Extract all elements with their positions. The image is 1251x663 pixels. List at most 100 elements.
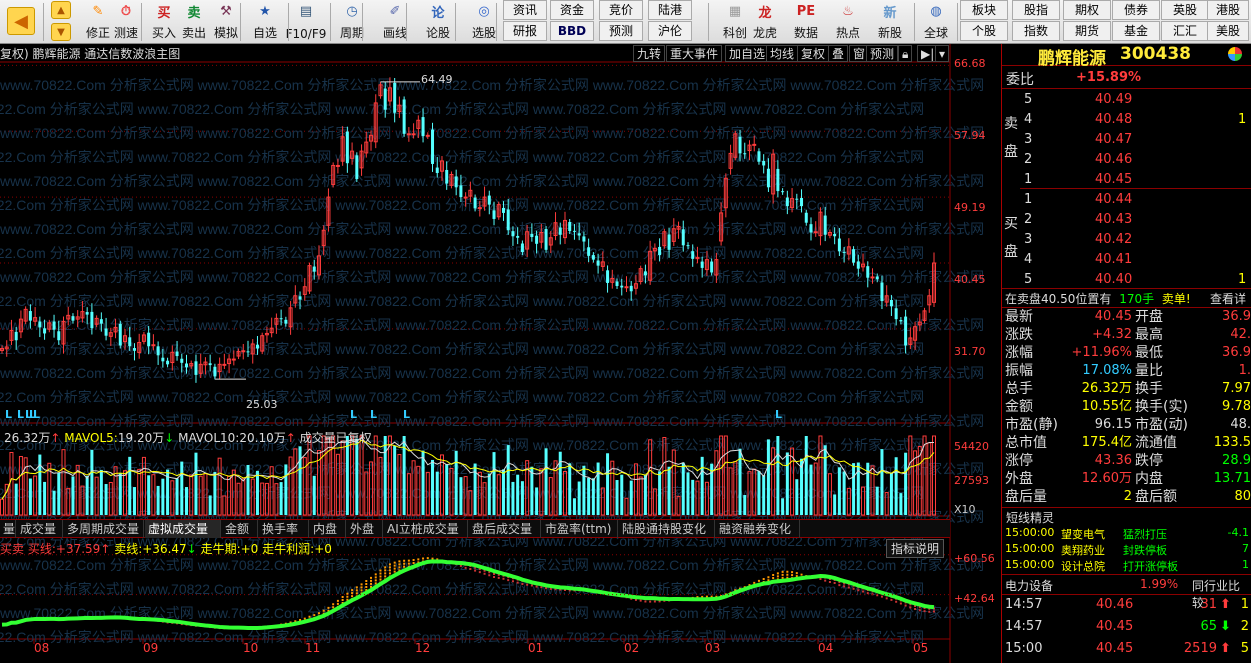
toolbar-globe-button[interactable]: ◍ 全球 bbox=[918, 0, 954, 44]
candle-body-down bbox=[71, 316, 75, 321]
indicator-tab[interactable]: 金额 bbox=[222, 520, 258, 538]
volume-bar-down bbox=[643, 474, 647, 515]
ask-row[interactable]: 2 40.46 bbox=[1002, 151, 1251, 169]
back-button[interactable]: ◀ bbox=[4, 0, 38, 44]
stat-label: 跌停 bbox=[1135, 453, 1163, 469]
sector-name[interactable]: 电力设备 bbox=[1005, 577, 1053, 594]
up-down-buttons[interactable]: ▲ ▼ bbox=[46, 0, 76, 44]
candle-body-down bbox=[383, 88, 387, 110]
volume-bar-down bbox=[454, 450, 458, 515]
short-signal-row[interactable]: 15:00:00 设计总院 打开涨停板 1 bbox=[1005, 558, 1251, 574]
bid-row[interactable]: 5 40.40 1 bbox=[1002, 271, 1251, 289]
bbd-button[interactable]: BBD bbox=[550, 21, 594, 41]
market-button-b4[interactable]: 汇汇 bbox=[1161, 21, 1209, 41]
indicator-tab[interactable]: 陆股通持股变化 bbox=[619, 520, 715, 538]
indicator-tab[interactable]: 市盈率(ttm) bbox=[542, 520, 618, 538]
month-label: 09 bbox=[143, 641, 159, 655]
market-button-3[interactable]: 债券 bbox=[1112, 0, 1160, 20]
market-button-b5[interactable]: 美股 bbox=[1207, 21, 1249, 41]
indicator-tab[interactable]: 外盘 bbox=[347, 520, 383, 538]
lock-icon[interactable]: 🔒︎ bbox=[898, 45, 913, 62]
indicator-help-button[interactable]: 指标说明 bbox=[886, 539, 945, 558]
toolbar-draw-line-button[interactable]: ✐ 画线 bbox=[377, 0, 413, 44]
research-button[interactable]: 研报 bbox=[503, 21, 547, 41]
market-button-b3[interactable]: 基金 bbox=[1112, 21, 1160, 41]
toolbar-period-button[interactable]: ◷ 周期 bbox=[334, 0, 370, 44]
chart-top-button[interactable]: 九转 bbox=[633, 45, 666, 62]
bid-row[interactable]: 2 40.43 bbox=[1002, 211, 1251, 229]
down-arrow-icon: ⬇ bbox=[1220, 619, 1231, 634]
market-button-b0[interactable]: 个股 bbox=[960, 21, 1008, 41]
short-signal-row[interactable]: 15:00:00 望变电气 猛烈打压 -4.1 bbox=[1005, 526, 1251, 542]
view-detail-link[interactable]: 查看详 bbox=[1210, 290, 1246, 307]
dropdown-icon[interactable]: ▾ bbox=[935, 45, 950, 62]
low-signal-marker: L bbox=[350, 408, 357, 421]
market-button-1[interactable]: 股指 bbox=[1012, 0, 1060, 20]
low-signal-marker: L bbox=[403, 408, 410, 421]
indicator-tab[interactable]: 融资融券变化 bbox=[716, 520, 800, 538]
indicator-tab[interactable]: 成交量 bbox=[17, 520, 63, 538]
candle-body-up bbox=[151, 344, 156, 347]
chart-top-button[interactable]: 重大事件 bbox=[666, 45, 723, 62]
market-button-b1[interactable]: 指数 bbox=[1012, 21, 1060, 41]
toolbar-hotspot-button[interactable]: ♨ 热点 bbox=[830, 0, 866, 44]
market-button-0[interactable]: 板块 bbox=[960, 0, 1008, 20]
toolbar-data-button[interactable]: PE 数据 bbox=[788, 0, 824, 44]
ask-row[interactable]: 3 40.47 bbox=[1002, 131, 1251, 149]
toolbar-favorites-button[interactable]: ★ 自选 bbox=[247, 0, 283, 44]
forecast-button[interactable]: 预测 bbox=[599, 21, 643, 41]
volume-bar-up bbox=[927, 442, 932, 516]
down-arrow-icon[interactable]: ▼ bbox=[51, 23, 71, 41]
short-signal-row[interactable]: 15:00:00 奥翔药业 封跌停板 7 bbox=[1005, 542, 1251, 558]
bid-row[interactable]: 3 40.42 bbox=[1002, 231, 1251, 249]
data-icon: PE bbox=[796, 4, 816, 19]
indicator-tab[interactable]: 内盘 bbox=[310, 520, 346, 538]
market-button-b2[interactable]: 期货 bbox=[1063, 21, 1111, 41]
chart-top-button[interactable]: 复权 bbox=[797, 45, 830, 62]
auction-button[interactable]: 竞价 bbox=[599, 0, 643, 20]
chart-top-button[interactable]: 加自选 bbox=[725, 45, 770, 62]
up-arrow-icon[interactable]: ▲ bbox=[51, 1, 71, 19]
indicator-tab[interactable]: 盘后成交量 bbox=[469, 520, 541, 538]
chart-top-button[interactable]: 均线 bbox=[766, 45, 799, 62]
volume-bar-down bbox=[880, 449, 884, 515]
chart-top-button[interactable]: 叠 bbox=[828, 45, 849, 62]
toolbar-speed-test-button[interactable]: ⏱ 测速 bbox=[108, 0, 144, 44]
ask-row[interactable]: 4 40.48 1 bbox=[1002, 111, 1251, 129]
draw-line-icon: ✐ bbox=[389, 4, 401, 19]
back-arrow-icon: ◀ bbox=[7, 7, 35, 35]
chart-top-button[interactable]: 预测 bbox=[866, 45, 899, 62]
toolbar-discuss-button[interactable]: 论论股 bbox=[420, 0, 456, 44]
indicator-tab[interactable]: AI立桩成交量 bbox=[384, 520, 468, 538]
volume-bar-down bbox=[104, 484, 108, 515]
indicator-tab[interactable]: 虚拟成交量 bbox=[145, 520, 221, 538]
bid-row[interactable]: 1 40.44 bbox=[1002, 191, 1251, 209]
market-button-2[interactable]: 期权 bbox=[1063, 0, 1111, 20]
color-wheel-icon[interactable] bbox=[1228, 47, 1242, 61]
bid-row[interactable]: 4 40.41 bbox=[1002, 251, 1251, 269]
candle-body-down bbox=[544, 229, 548, 250]
hk-connect-button[interactable]: 陆港 bbox=[648, 0, 692, 20]
indicator-tab[interactable]: 多周期成交量 bbox=[64, 520, 144, 538]
sh-london-button[interactable]: 沪伦 bbox=[648, 21, 692, 41]
watermark-text: www.70822.Com 分析家公式网 www.70822.Com 分析家公式… bbox=[0, 245, 924, 261]
toolbar-new-stock-button[interactable]: 新新股 bbox=[872, 0, 908, 44]
market-button-4[interactable]: 英股 bbox=[1161, 0, 1209, 20]
bull-profit-value: +0 bbox=[314, 542, 332, 556]
chart-area[interactable]: www.70822.Com 分析家公式网 www.70822.Com 分析家公式… bbox=[0, 44, 1001, 663]
candle-body-down bbox=[501, 207, 505, 213]
toolbar-sell-button[interactable]: 卖卖出 bbox=[176, 0, 212, 44]
ask-row[interactable]: 5 40.49 bbox=[1002, 91, 1251, 109]
indicator-tab[interactable]: 量 bbox=[0, 520, 16, 538]
short-signals-title[interactable]: 短线精灵 bbox=[1006, 509, 1054, 526]
news-button[interactable]: 资讯 bbox=[503, 0, 547, 20]
volume-bar-down bbox=[544, 448, 548, 515]
market-button-5[interactable]: 港股 bbox=[1207, 0, 1249, 20]
ask-row[interactable]: 1 40.45 bbox=[1002, 171, 1251, 189]
toolbar-simulate-button[interactable]: ⚒ 模拟 bbox=[208, 0, 244, 44]
indicator-tab[interactable]: 换手率 bbox=[259, 520, 309, 538]
toolbar-dragon-tiger-button[interactable]: 龙龙虎 bbox=[747, 0, 783, 44]
fund-button[interactable]: 资金 bbox=[550, 0, 594, 20]
kline-chart[interactable]: www.70822.Com 分析家公式网 www.70822.Com 分析家公式… bbox=[0, 44, 1001, 663]
toolbar-f10-button[interactable]: ▤ F10/F9 bbox=[286, 0, 327, 44]
